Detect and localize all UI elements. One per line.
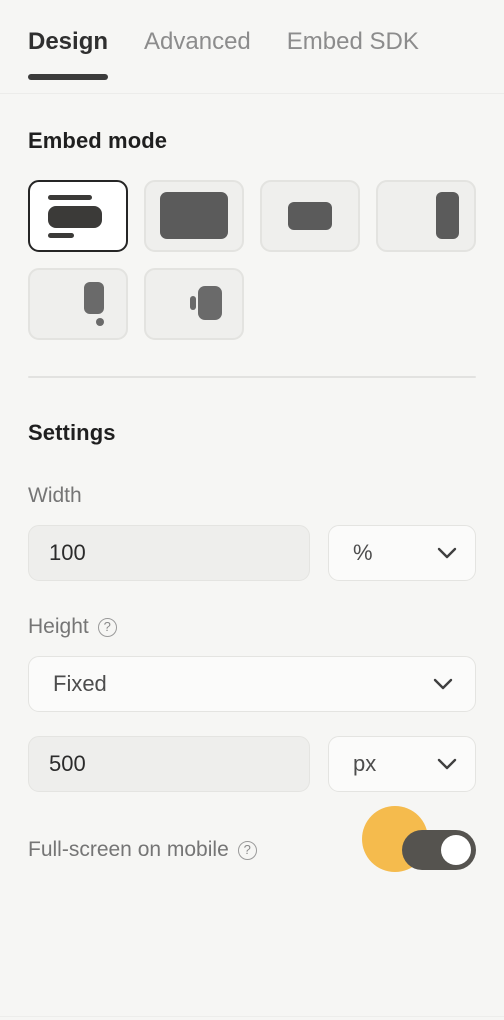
height-label: Height bbox=[28, 615, 89, 638]
tab-bar: Design Advanced Embed SDK bbox=[0, 0, 504, 94]
fullscreen-mobile-label: Full-screen on mobile bbox=[28, 838, 229, 861]
height-help-icon[interactable]: ? bbox=[97, 617, 117, 637]
popup-embed-icon bbox=[42, 280, 114, 328]
embed-settings-panel: Design Advanced Embed SDK Embed mode Set… bbox=[0, 0, 504, 1020]
embed-mode-section: Embed mode bbox=[0, 128, 504, 340]
height-label-row: Height ? bbox=[28, 615, 476, 639]
height-unit-select[interactable]: px bbox=[328, 736, 476, 792]
embed-mode-title: Embed mode bbox=[28, 128, 168, 153]
settings-title: Settings bbox=[28, 420, 116, 445]
height-mode-row: Fixed bbox=[28, 656, 476, 712]
width-label: Width bbox=[28, 484, 82, 507]
height-unit-value: px bbox=[353, 751, 377, 776]
width-input-value: 100 bbox=[49, 540, 86, 565]
settings-section: Settings Width 100 % Height ? Fixed 500 … bbox=[0, 420, 504, 872]
height-mode-select[interactable]: Fixed bbox=[28, 656, 476, 712]
tab-embed-sdk-label: Embed SDK bbox=[286, 28, 419, 55]
side-tab-embed-icon bbox=[158, 280, 230, 328]
height-value-row: 500 px bbox=[28, 736, 476, 792]
toggle-knob bbox=[441, 835, 471, 865]
inline-embed-icon bbox=[42, 192, 114, 240]
fullscreen-mobile-toggle[interactable] bbox=[402, 830, 476, 870]
fullscreen-mobile-label-row: Full-screen on mobile ? bbox=[28, 838, 257, 862]
embed-mode-option-side-tab[interactable] bbox=[144, 268, 244, 340]
height-input[interactable]: 500 bbox=[28, 736, 310, 792]
panel-bottom-rule bbox=[0, 1016, 504, 1017]
tab-design-label: Design bbox=[28, 28, 109, 55]
embed-mode-options bbox=[28, 180, 476, 340]
fullscreen-mobile-row: Full-screen on mobile ? bbox=[28, 806, 476, 872]
height-input-value: 500 bbox=[49, 751, 86, 776]
slider-embed-icon bbox=[390, 192, 462, 240]
width-unit-select[interactable]: % bbox=[328, 525, 476, 581]
tab-advanced[interactable]: Advanced bbox=[144, 28, 251, 84]
width-unit-value: % bbox=[353, 540, 373, 565]
width-label-row: Width bbox=[28, 484, 476, 508]
width-row: 100 % bbox=[28, 525, 476, 581]
chevron-down-icon bbox=[437, 758, 457, 770]
chevron-down-icon bbox=[433, 678, 453, 690]
tab-design[interactable]: Design bbox=[28, 28, 109, 84]
embed-mode-option-slider[interactable] bbox=[376, 180, 476, 252]
embed-mode-option-popup[interactable] bbox=[28, 268, 128, 340]
embed-mode-option-full-screen[interactable] bbox=[144, 180, 244, 252]
embed-mode-option-inline[interactable] bbox=[28, 180, 128, 252]
fullscreen-mobile-help-icon[interactable]: ? bbox=[237, 840, 257, 860]
fullscreen-embed-icon bbox=[158, 192, 230, 240]
height-mode-value: Fixed bbox=[53, 671, 107, 696]
tab-active-underline bbox=[28, 74, 109, 80]
chevron-down-icon bbox=[437, 547, 457, 559]
tab-embed-sdk[interactable]: Embed SDK bbox=[287, 28, 419, 84]
tab-advanced-label: Advanced bbox=[144, 28, 251, 55]
embed-mode-option-modal[interactable] bbox=[260, 180, 360, 252]
modal-embed-icon bbox=[274, 192, 346, 240]
width-input[interactable]: 100 bbox=[28, 525, 310, 581]
